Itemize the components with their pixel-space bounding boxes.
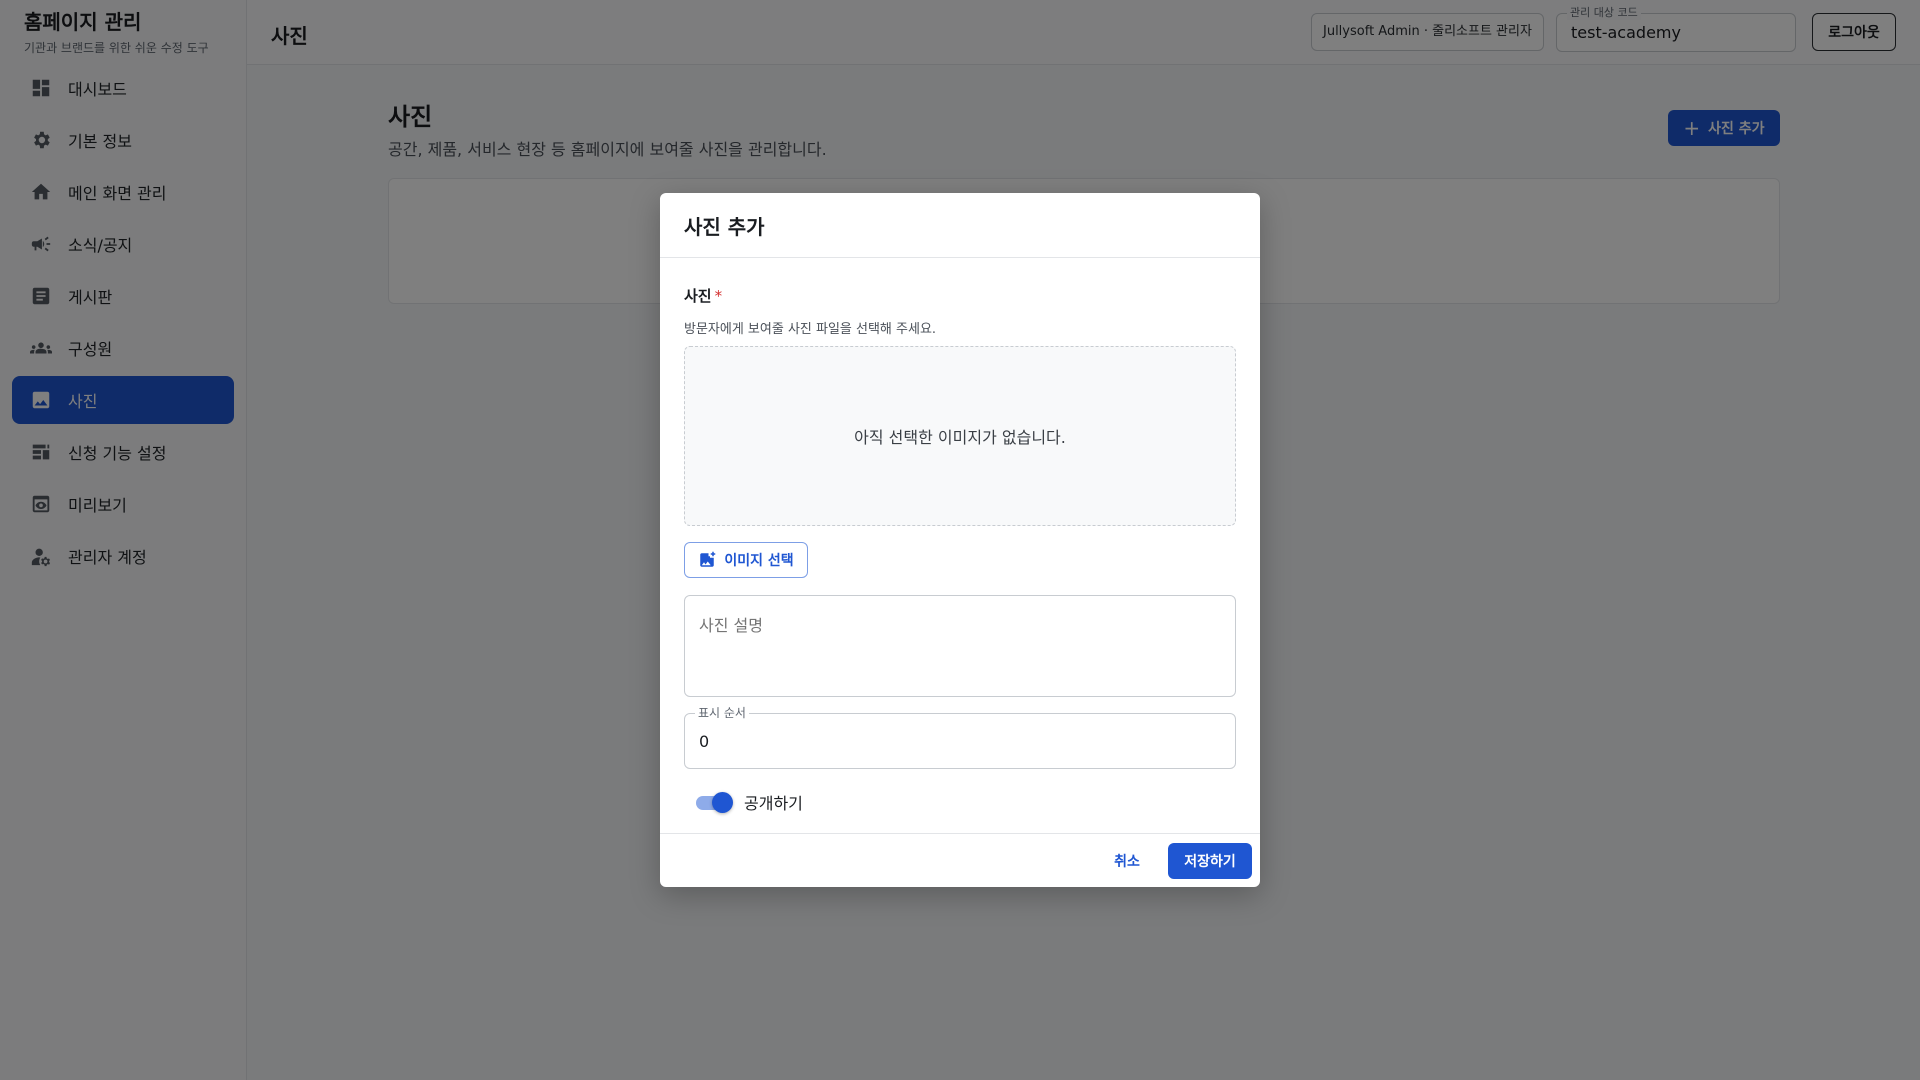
switch-thumb bbox=[712, 792, 733, 813]
add-photo-icon bbox=[700, 551, 716, 567]
cancel-button[interactable]: 취소 bbox=[1104, 843, 1150, 879]
save-button[interactable]: 저장하기 bbox=[1168, 843, 1252, 879]
photo-label-text: 사진 bbox=[684, 287, 712, 305]
image-preview-area: 아직 선택한 이미지가 없습니다. bbox=[684, 346, 1236, 526]
required-mark: * bbox=[714, 287, 723, 305]
dialog-title: 사진 추가 bbox=[684, 214, 765, 239]
publish-label: 공개하기 bbox=[744, 794, 803, 813]
photo-field-label: 사진 * bbox=[684, 285, 722, 306]
display-order-field[interactable]: 표시 순서 0 bbox=[684, 706, 1236, 769]
empty-image-text: 아직 선택한 이미지가 없습니다. bbox=[854, 428, 1066, 447]
add-photo-dialog: 사진 추가 사진 * 방문자에게 보여줄 사진 파일을 선택해 주세요. 아직 선… bbox=[660, 193, 1260, 887]
select-image-button[interactable]: 이미지 선택 bbox=[684, 542, 808, 578]
dialog-footer: 취소 저장하기 bbox=[660, 833, 1260, 887]
display-order-value: 0 bbox=[699, 732, 710, 751]
photo-help-text: 방문자에게 보여줄 사진 파일을 선택해 주세요. bbox=[684, 322, 937, 337]
display-order-label: 표시 순서 bbox=[695, 706, 749, 720]
photo-description-input[interactable] bbox=[684, 595, 1236, 697]
dialog-header: 사진 추가 bbox=[660, 193, 1260, 258]
select-image-label: 이미지 선택 bbox=[724, 553, 794, 569]
publish-toggle-row: 공개하기 bbox=[696, 790, 803, 814]
publish-switch[interactable] bbox=[696, 791, 734, 813]
